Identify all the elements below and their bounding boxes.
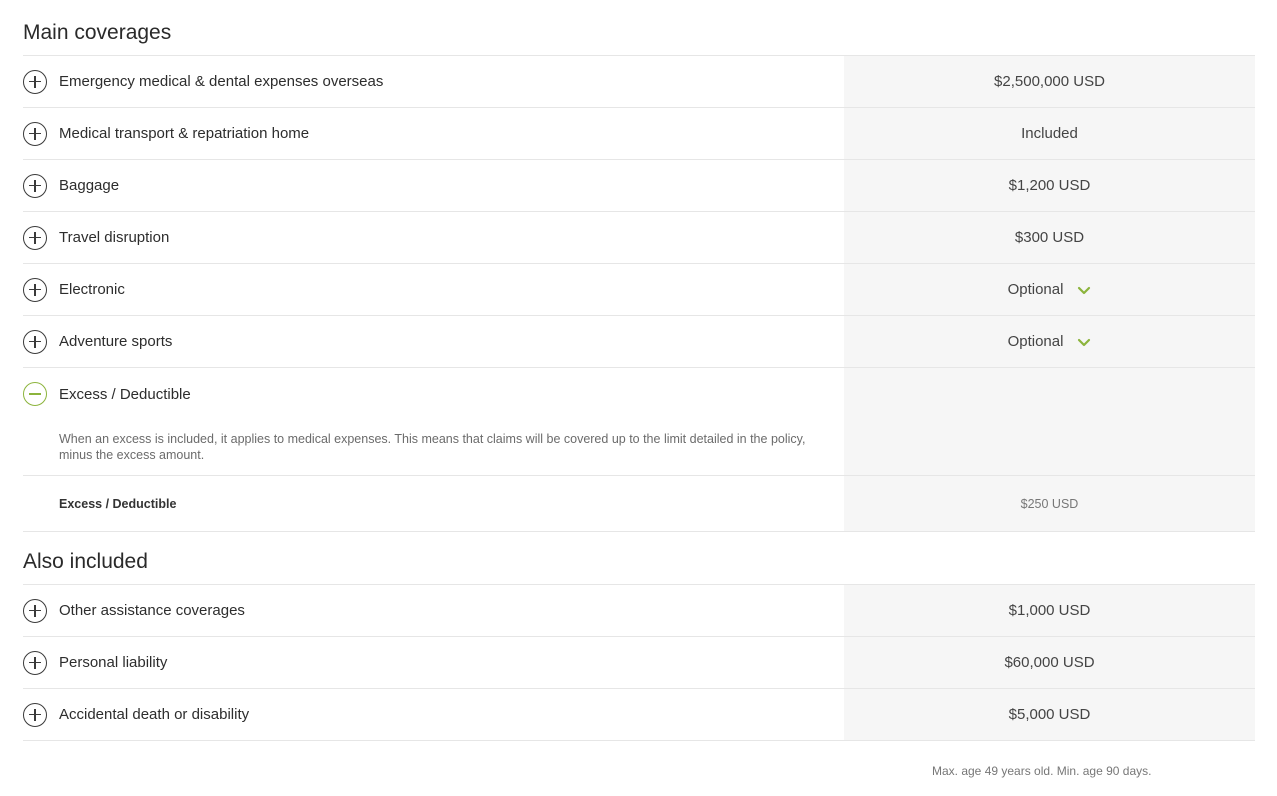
coverage-value-text: Optional xyxy=(1007,333,1064,350)
coverage-toggle-area[interactable]: Excess / Deductible xyxy=(23,368,844,420)
excess-detail-value-text: $250 USD xyxy=(1020,496,1079,511)
coverage-toggle-area[interactable]: Personal liability xyxy=(23,637,844,688)
minus-icon[interactable] xyxy=(23,382,47,406)
coverage-value: $1,200 USD xyxy=(844,160,1255,211)
coverage-toggle-area[interactable]: Electronic xyxy=(23,264,844,315)
coverage-value: $60,000 USD xyxy=(844,637,1255,688)
coverage-row-adventure-sports: Adventure sports Optional xyxy=(23,316,1255,368)
coverage-value: $1,000 USD xyxy=(844,585,1255,636)
plus-icon[interactable] xyxy=(23,121,47,146)
coverage-row-other-assistance: Other assistance coverages $1,000 USD xyxy=(23,585,1255,637)
coverage-row-accidental-death: Accidental death or disability $5,000 US… xyxy=(23,689,1255,741)
coverage-value-text: $5,000 USD xyxy=(1008,706,1091,723)
coverage-value-text: Included xyxy=(1021,125,1078,142)
coverage-label: Emergency medical & dental expenses over… xyxy=(59,73,384,90)
coverage-row-personal-liability: Personal liability $60,000 USD xyxy=(23,637,1255,689)
coverage-value-text: $2,500,000 USD xyxy=(994,73,1105,90)
coverage-row-electronic: Electronic Optional xyxy=(23,264,1255,316)
coverage-panel: Main coverages Emergency medical & denta… xyxy=(23,0,1255,741)
coverage-label: Travel disruption xyxy=(59,229,170,246)
coverage-label: Baggage xyxy=(59,177,120,194)
coverage-toggle-area[interactable]: Emergency medical & dental expenses over… xyxy=(23,56,844,107)
coverage-toggle-area[interactable]: Adventure sports xyxy=(23,316,844,367)
excess-detail-label: Excess / Deductible xyxy=(59,496,177,511)
coverage-value-text: Optional xyxy=(1007,281,1064,298)
age-footnote: Max. age 49 years old. Min. age 90 days. xyxy=(932,764,1152,778)
coverage-label: Personal liability xyxy=(59,654,168,671)
coverage-value: $2,500,000 USD xyxy=(844,56,1255,107)
plus-icon[interactable] xyxy=(23,69,47,94)
excess-description: When an excess is included, it applies t… xyxy=(59,432,806,462)
coverage-label: Excess / Deductible xyxy=(59,385,191,403)
excess-detail-row: Excess / Deductible $250 USD xyxy=(23,475,1255,531)
plus-icon[interactable] xyxy=(23,598,47,623)
coverage-value-text: $1,200 USD xyxy=(1008,177,1091,194)
plus-icon[interactable] xyxy=(23,329,47,354)
coverage-value: Included xyxy=(844,108,1255,159)
coverage-row-medical-transport: Medical transport & repatriation home In… xyxy=(23,108,1255,160)
coverage-value-empty xyxy=(844,368,1255,475)
optional-dropdown[interactable]: Optional xyxy=(844,316,1255,367)
coverage-label: Adventure sports xyxy=(59,333,173,350)
coverage-label: Other assistance coverages xyxy=(59,602,245,619)
coverage-value-text: $300 USD xyxy=(1014,229,1085,246)
plus-icon[interactable] xyxy=(23,650,47,675)
plus-icon[interactable] xyxy=(23,225,47,250)
coverage-row-baggage: Baggage $1,200 USD xyxy=(23,160,1255,212)
coverage-label: Medical transport & repatriation home xyxy=(59,125,310,142)
coverage-label: Accidental death or disability xyxy=(59,706,250,723)
plus-icon[interactable] xyxy=(23,173,47,198)
chevron-down-icon[interactable] xyxy=(1077,285,1091,295)
coverage-toggle-area[interactable]: Other assistance coverages xyxy=(23,585,844,636)
coverage-row-emergency-medical: Emergency medical & dental expenses over… xyxy=(23,56,1255,108)
coverage-row-excess-expanded: Excess / Deductible When an excess is in… xyxy=(23,368,1255,532)
coverage-label: Electronic xyxy=(59,281,125,298)
coverage-row-travel-disruption: Travel disruption $300 USD xyxy=(23,212,1255,264)
chevron-down-icon[interactable] xyxy=(1077,337,1091,347)
optional-dropdown[interactable]: Optional xyxy=(844,264,1255,315)
excess-detail-value: $250 USD xyxy=(844,476,1255,531)
coverage-toggle-area[interactable]: Medical transport & repatriation home xyxy=(23,108,844,159)
coverage-toggle-area[interactable]: Travel disruption xyxy=(23,212,844,263)
coverage-value-text: $60,000 USD xyxy=(1004,654,1095,671)
plus-icon[interactable] xyxy=(23,277,47,302)
coverage-value: $300 USD xyxy=(844,212,1255,263)
also-included-title: Also included xyxy=(23,532,1255,585)
coverage-value-text: $1,000 USD xyxy=(1008,602,1091,619)
coverage-value: $5,000 USD xyxy=(844,689,1255,740)
main-coverages-title: Main coverages xyxy=(23,0,1255,56)
plus-icon[interactable] xyxy=(23,702,47,727)
coverage-toggle-area[interactable]: Accidental death or disability xyxy=(23,689,844,740)
coverage-toggle-area[interactable]: Baggage xyxy=(23,160,844,211)
